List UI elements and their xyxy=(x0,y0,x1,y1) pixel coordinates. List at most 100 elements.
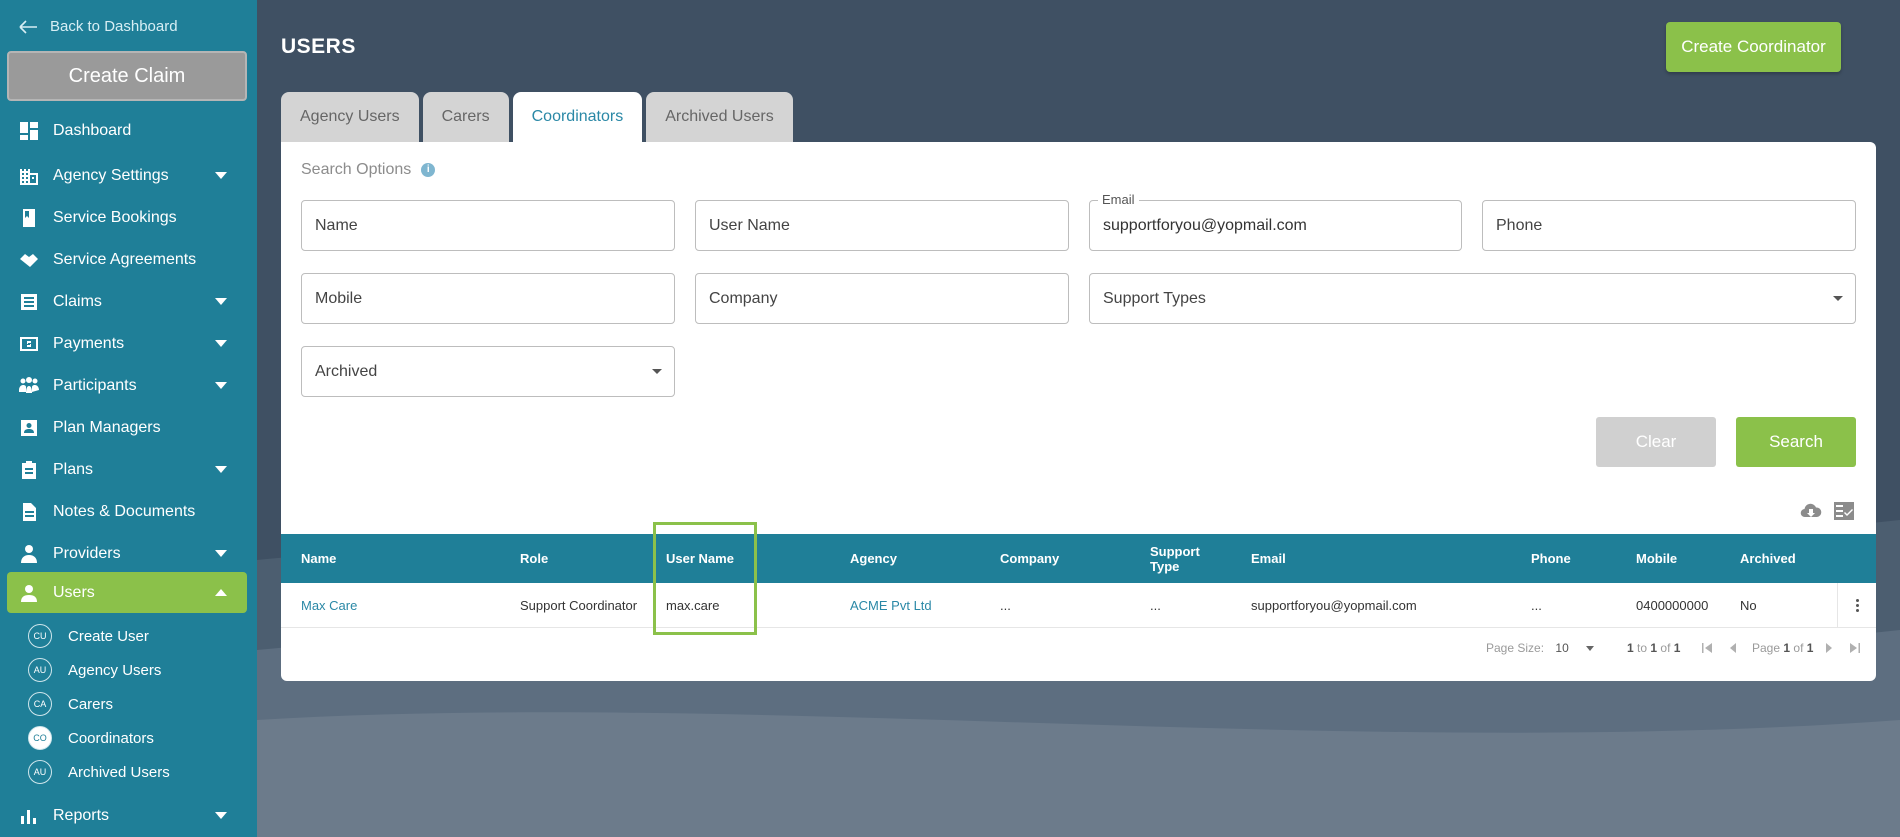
table-header: Name Role User Name Agency Company Suppo… xyxy=(281,534,1876,583)
col-username[interactable]: User Name xyxy=(666,534,734,583)
chevron-down-icon xyxy=(215,298,227,305)
tab-archived-users[interactable]: Archived Users xyxy=(646,92,793,142)
info-icon[interactable]: i xyxy=(421,163,436,177)
nav-label: Notes & Documents xyxy=(53,502,196,520)
username-placeholder: User Name xyxy=(709,217,790,234)
nav-users[interactable]: Users xyxy=(7,572,247,613)
mobile-field[interactable]: Mobile xyxy=(301,273,675,324)
chevron-down-icon xyxy=(215,172,227,179)
support-types-placeholder: Support Types xyxy=(1103,290,1206,307)
back-to-dashboard-link[interactable]: Back to Dashboard xyxy=(18,18,178,35)
page-of-word: of xyxy=(1793,641,1804,655)
subnav-agency-users[interactable]: AU Agency Users xyxy=(28,655,161,685)
nav-reports[interactable]: Reports xyxy=(7,795,247,836)
page-size-label: Page Size: xyxy=(1486,641,1545,655)
nav-dashboard[interactable]: Dashboard xyxy=(7,110,247,151)
nav-label: Providers xyxy=(53,544,121,562)
nav-plans[interactable]: Plans xyxy=(7,449,247,490)
nav-participants[interactable]: Participants xyxy=(7,365,247,406)
subnav-label: Archived Users xyxy=(68,763,170,781)
clear-button[interactable]: Clear xyxy=(1596,417,1716,467)
nav-notes-documents[interactable]: Notes & Documents xyxy=(7,491,247,532)
nav-agency-settings[interactable]: Agency Settings xyxy=(7,155,247,196)
cell-name[interactable]: Max Care xyxy=(301,583,357,628)
document-icon xyxy=(19,502,39,522)
col-phone[interactable]: Phone xyxy=(1531,534,1571,583)
row-actions-button[interactable] xyxy=(1837,583,1876,628)
cloud-download-icon[interactable] xyxy=(1800,501,1822,521)
email-field[interactable]: Email supportforyou@yopmail.com xyxy=(1089,192,1462,251)
building-icon xyxy=(19,166,39,186)
range-from: 1 xyxy=(1627,641,1634,655)
col-mobile[interactable]: Mobile xyxy=(1636,534,1677,583)
nav-service-agreements[interactable]: Service Agreements xyxy=(7,239,247,280)
archived-placeholder: Archived xyxy=(315,363,378,380)
main-content: USERS Create Coordinator Agency Users Ca… xyxy=(257,0,1900,837)
support-types-select[interactable]: Support Types xyxy=(1089,273,1856,324)
cell-mobile: 0400000000 xyxy=(1636,598,1709,613)
subnav-coordinators[interactable]: CO Coordinators xyxy=(28,723,154,753)
subnav-create-user[interactable]: CU Create User xyxy=(28,621,149,651)
nav-plan-managers[interactable]: Plan Managers xyxy=(7,407,247,448)
tab-carers[interactable]: Carers xyxy=(422,92,509,142)
nav-label: Claims xyxy=(53,292,102,310)
subnav-label: Carers xyxy=(68,695,114,713)
nav-label: Service Agreements xyxy=(53,250,197,268)
page-size-control[interactable]: Page Size: 10 xyxy=(1486,638,1595,658)
col-role[interactable]: Role xyxy=(520,534,548,583)
search-button[interactable]: Search xyxy=(1736,417,1856,467)
subnav-carers[interactable]: CA Carers xyxy=(28,689,113,719)
subnav-label: Coordinators xyxy=(68,729,154,747)
nav-label: Dashboard xyxy=(53,121,132,139)
nav-claims[interactable]: Claims xyxy=(7,281,247,322)
nav-providers[interactable]: Providers xyxy=(7,533,247,574)
cell-agency[interactable]: ACME Pvt Ltd xyxy=(850,583,932,628)
table-row[interactable]: Max Care Support Coordinator max.care AC… xyxy=(281,583,1876,628)
email-value: supportforyou@yopmail.com xyxy=(1103,217,1307,234)
create-coordinator-button[interactable]: Create Coordinator xyxy=(1666,22,1841,72)
nav-service-bookings[interactable]: Service Bookings xyxy=(7,197,247,238)
tab-agency-users[interactable]: Agency Users xyxy=(281,92,419,142)
chevron-down-icon xyxy=(215,550,227,557)
page-total: 1 xyxy=(1806,641,1814,655)
company-field[interactable]: Company xyxy=(695,273,1069,324)
row-range-summary: 1 to 1 of 1 xyxy=(1627,638,1680,658)
range-to: 1 xyxy=(1650,641,1658,655)
tab-coordinators[interactable]: Coordinators xyxy=(512,92,643,142)
col-company[interactable]: Company xyxy=(1000,534,1059,583)
name-field[interactable]: Name xyxy=(301,200,675,251)
col-support-type[interactable]: Support Type xyxy=(1150,534,1210,583)
nav-label: Reports xyxy=(53,806,110,824)
col-archived[interactable]: Archived xyxy=(1740,534,1796,583)
archived-select[interactable]: Archived xyxy=(301,346,675,397)
person-card-icon xyxy=(19,418,39,438)
pager-prev-controls xyxy=(1701,638,1739,658)
nav-label: Users xyxy=(53,583,95,601)
column-chooser-icon[interactable] xyxy=(1833,501,1855,521)
create-claim-button[interactable]: Create Claim xyxy=(7,51,247,101)
subnav-label: Create User xyxy=(68,627,149,645)
last-page-icon[interactable] xyxy=(1849,642,1861,654)
chevron-up-icon xyxy=(215,589,227,596)
more-vertical-icon xyxy=(1855,599,1859,612)
username-field[interactable]: User Name xyxy=(695,200,1069,251)
subnav-badge: CA xyxy=(28,692,52,716)
subnav-badge: CU xyxy=(28,624,52,648)
sidebar: Back to Dashboard Create Claim Dashboard… xyxy=(0,0,257,837)
prev-page-icon[interactable] xyxy=(1727,642,1739,654)
nav-payments[interactable]: Payments xyxy=(7,323,247,364)
col-email[interactable]: Email xyxy=(1251,534,1286,583)
subnav-archived-users[interactable]: AU Archived Users xyxy=(28,757,170,787)
phone-field[interactable]: Phone xyxy=(1482,200,1856,251)
nav-label: Plan Managers xyxy=(53,418,161,436)
name-placeholder: Name xyxy=(315,217,358,234)
user-tabs: Agency Users Carers Coordinators Archive… xyxy=(281,92,793,142)
next-page-icon[interactable] xyxy=(1823,642,1835,654)
col-name[interactable]: Name xyxy=(301,534,336,583)
email-label: Email xyxy=(1098,192,1139,208)
col-agency[interactable]: Agency xyxy=(850,534,897,583)
chevron-down-icon xyxy=(215,382,227,389)
back-link-label: Back to Dashboard xyxy=(50,18,178,35)
first-page-icon[interactable] xyxy=(1701,642,1713,654)
page-size-value: 10 xyxy=(1555,641,1569,655)
